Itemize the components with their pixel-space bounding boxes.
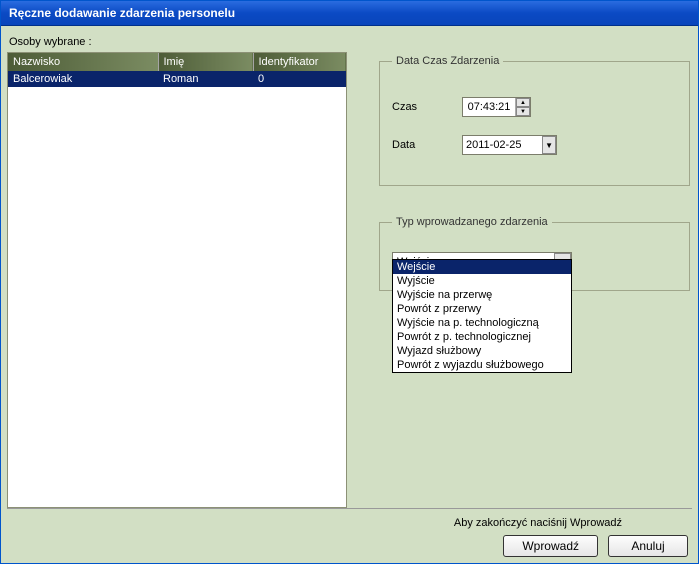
hint-text: Aby zakończyć naciśnij Wprowadź xyxy=(454,517,692,529)
people-table: Nazwisko Imię Identyfikator Balcerowiak … xyxy=(8,53,346,87)
date-label: Data xyxy=(392,139,442,151)
window-title: Ręczne dodawanie zdarzenia personelu xyxy=(9,6,235,20)
people-table-wrapper: Nazwisko Imię Identyfikator Balcerowiak … xyxy=(7,52,347,508)
table-header-row: Nazwisko Imię Identyfikator xyxy=(8,53,346,71)
cell-id: 0 xyxy=(253,71,346,87)
time-row: Czas ▲ ▼ xyxy=(392,97,677,117)
ok-button[interactable]: Wprowadź xyxy=(503,535,598,557)
dialog-window: Ręczne dodawanie zdarzenia personelu Oso… xyxy=(0,0,699,564)
option-wyjscie-przerwa[interactable]: Wyjście na przerwę xyxy=(393,288,571,302)
selected-people-label: Osoby wybrane : xyxy=(7,32,347,52)
spin-down-icon[interactable]: ▼ xyxy=(516,107,530,116)
chevron-down-icon[interactable]: ▼ xyxy=(542,136,556,154)
datetime-legend: Data Czas Zdarzenia xyxy=(392,55,503,67)
time-spinner: ▲ ▼ xyxy=(515,98,530,116)
option-wejscie[interactable]: Wejście xyxy=(393,260,571,274)
option-powrot-sluzbowy[interactable]: Powrót z wyjazdu służbowego xyxy=(393,358,571,372)
top-section: Osoby wybrane : Nazwisko Imię Identyfika… xyxy=(7,32,692,508)
option-powrot-tech[interactable]: Powrót z p. technologicznej xyxy=(393,330,571,344)
col-firstname[interactable]: Imię xyxy=(158,53,253,71)
event-type-legend: Typ wprowadzanego zdarzenia xyxy=(392,216,552,228)
left-panel: Osoby wybrane : Nazwisko Imię Identyfika… xyxy=(7,32,347,508)
right-panel: Data Czas Zdarzenia Czas ▲ ▼ Data xyxy=(377,32,692,508)
titlebar: Ręczne dodawanie zdarzenia personelu xyxy=(1,1,698,26)
date-row: Data ▼ xyxy=(392,135,677,155)
event-type-dropdown: Wejście Wyjście Wyjście na przerwę Powró… xyxy=(392,259,572,373)
button-row: Wprowadź Anuluj xyxy=(503,535,692,557)
date-field[interactable] xyxy=(463,136,542,154)
time-field[interactable] xyxy=(463,98,515,116)
cell-firstname: Roman xyxy=(158,71,253,87)
option-wyjscie[interactable]: Wyjście xyxy=(393,274,571,288)
time-input[interactable]: ▲ ▼ xyxy=(462,97,531,117)
col-surname[interactable]: Nazwisko xyxy=(8,53,158,71)
date-input[interactable]: ▼ xyxy=(462,135,557,155)
cancel-button[interactable]: Anuluj xyxy=(608,535,688,557)
event-type-group: Typ wprowadzanego zdarzenia ▼ Wejście Wy… xyxy=(379,216,690,291)
spin-up-icon[interactable]: ▲ xyxy=(516,98,530,107)
option-wyjazd-sluzbowy[interactable]: Wyjazd służbowy xyxy=(393,344,571,358)
client-area: Osoby wybrane : Nazwisko Imię Identyfika… xyxy=(1,26,698,563)
col-id[interactable]: Identyfikator xyxy=(253,53,346,71)
option-powrot-przerwa[interactable]: Powrót z przerwy xyxy=(393,302,571,316)
option-wyjscie-tech[interactable]: Wyjście na p. technologiczną xyxy=(393,316,571,330)
cell-surname: Balcerowiak xyxy=(8,71,158,87)
table-row[interactable]: Balcerowiak Roman 0 xyxy=(8,71,346,87)
datetime-group: Data Czas Zdarzenia Czas ▲ ▼ Data xyxy=(379,55,690,186)
time-label: Czas xyxy=(392,101,442,113)
bottom-bar: Aby zakończyć naciśnij Wprowadź Wprowadź… xyxy=(7,508,692,557)
